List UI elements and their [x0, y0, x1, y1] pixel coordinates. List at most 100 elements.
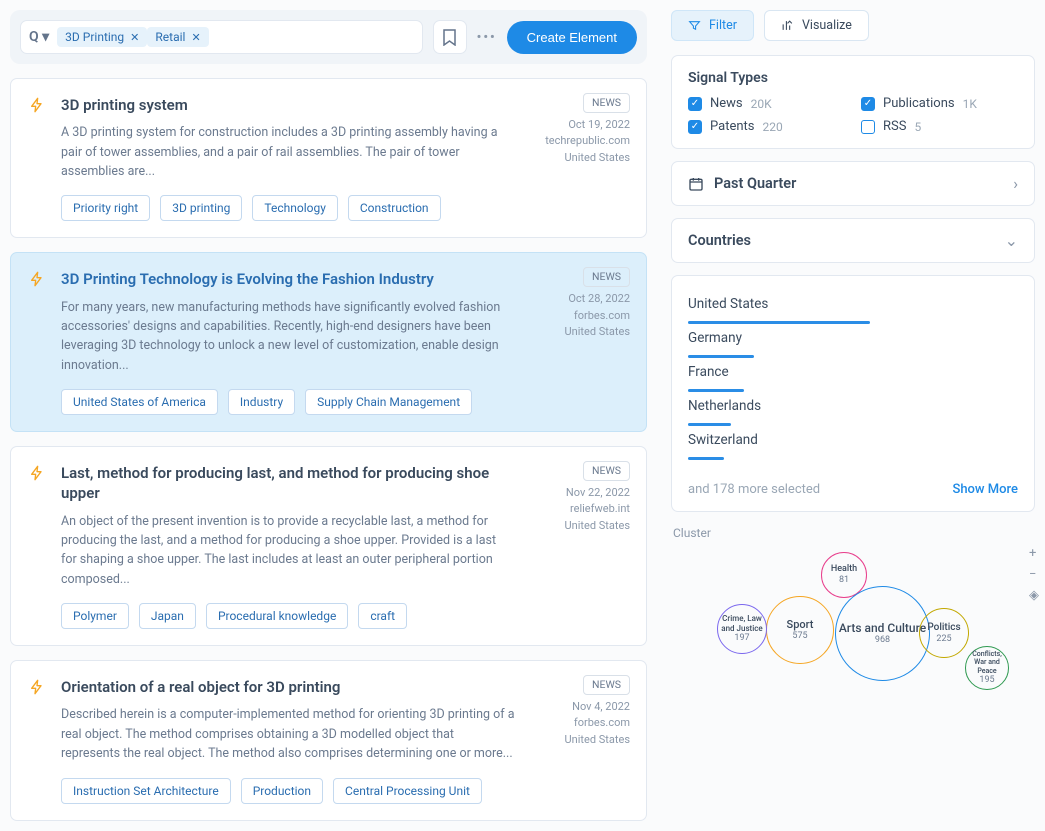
- result-tag[interactable]: Procedural knowledge: [206, 603, 348, 629]
- zoom-reset-button[interactable]: ◈: [1029, 588, 1039, 603]
- bubble-name: Conflicts, War and Peace: [966, 650, 1008, 675]
- result-badge: NEWS: [583, 267, 630, 287]
- result-meta: NEWS Oct 19, 2022 techrepublic.com Unite…: [545, 93, 630, 166]
- create-element-button[interactable]: Create Element: [507, 21, 637, 54]
- country-item[interactable]: Germany: [688, 324, 1018, 358]
- checkbox-icon: ✓: [688, 120, 702, 134]
- cluster-chart[interactable]: + − ◈ Health 81Sport 575Arts and Culture…: [671, 546, 1035, 716]
- filter-chip[interactable]: Retail✕: [147, 27, 208, 47]
- result-date: Nov 4, 2022: [572, 700, 630, 713]
- filter-chip[interactable]: 3D Printing✕: [57, 27, 147, 47]
- country-bar: [688, 457, 724, 460]
- result-tag[interactable]: United States of America: [61, 389, 218, 415]
- result-tag[interactable]: Instruction Set Architecture: [61, 778, 231, 804]
- bubble-name: Politics: [927, 622, 960, 634]
- search-input[interactable]: Q ▾ 3D Printing✕Retail✕: [20, 20, 423, 54]
- past-quarter-row[interactable]: Past Quarter ›: [671, 161, 1035, 206]
- remove-chip-icon[interactable]: ✕: [130, 31, 139, 44]
- result-location: United States: [565, 519, 630, 532]
- result-tag[interactable]: Supply Chain Management: [305, 389, 472, 415]
- result-source: forbes.com: [574, 309, 630, 322]
- result-source: forbes.com: [574, 716, 630, 729]
- result-title: Last, method for producing last, and met…: [61, 463, 503, 504]
- remove-chip-icon[interactable]: ✕: [191, 31, 200, 44]
- cluster-bubble[interactable]: Crime, Law and Justice 197: [717, 604, 767, 654]
- country-item[interactable]: France: [688, 358, 1018, 392]
- countries-more-text: and 178 more selected: [688, 482, 820, 497]
- result-tag[interactable]: Technology: [252, 195, 337, 221]
- country-name: Switzerland: [688, 426, 1018, 454]
- bolt-icon: [29, 95, 49, 221]
- cluster-bubble[interactable]: Politics 225: [919, 608, 969, 658]
- country-item[interactable]: Switzerland: [688, 426, 1018, 460]
- result-tag[interactable]: Production: [241, 778, 323, 804]
- result-badge: NEWS: [583, 93, 630, 113]
- country-name: Germany: [688, 324, 1018, 352]
- visualize-label: Visualize: [802, 18, 852, 33]
- show-more-link[interactable]: Show More: [952, 482, 1018, 497]
- bubble-name: Crime, Law and Justice: [718, 614, 766, 633]
- result-description: For many years, new manufacturing method…: [61, 298, 515, 376]
- result-tag[interactable]: 3D printing: [160, 195, 242, 221]
- result-location: United States: [565, 325, 630, 338]
- chevron-right-icon: ›: [1013, 174, 1018, 193]
- result-description: A 3D printing system for construction in…: [61, 123, 515, 181]
- result-tag[interactable]: Central Processing Unit: [333, 778, 482, 804]
- result-card[interactable]: Orientation of a real object for 3D prin…: [10, 660, 647, 820]
- result-card[interactable]: Last, method for producing last, and met…: [10, 446, 647, 646]
- bubble-count: 81: [839, 575, 849, 586]
- signal-type-item[interactable]: ✓ Publications 1K: [861, 96, 1018, 111]
- bubble-count: 197: [734, 633, 749, 644]
- result-tag[interactable]: craft: [358, 603, 407, 629]
- result-tag[interactable]: Priority right: [61, 195, 150, 221]
- countries-row[interactable]: Countries ⌄: [671, 218, 1035, 263]
- countries-label: Countries: [688, 232, 751, 249]
- country-item[interactable]: Netherlands: [688, 392, 1018, 426]
- country-item[interactable]: United States: [688, 290, 1018, 324]
- calendar-icon: [688, 176, 704, 192]
- signal-count: 1K: [963, 97, 977, 111]
- result-meta: NEWS Oct 28, 2022 forbes.com United Stat…: [565, 267, 630, 340]
- signal-count: 5: [914, 120, 921, 134]
- result-card[interactable]: 3D Printing Technology is Evolving the F…: [10, 252, 647, 432]
- result-source: techrepublic.com: [545, 134, 630, 147]
- signal-type-item[interactable]: ✓ News 20K: [688, 96, 845, 111]
- bubble-name: Arts and Culture: [839, 621, 926, 635]
- zoom-out-button[interactable]: −: [1029, 567, 1039, 582]
- bolt-icon: [29, 677, 49, 803]
- result-card[interactable]: 3D printing system A 3D printing system …: [10, 78, 647, 238]
- result-tag[interactable]: Industry: [228, 389, 295, 415]
- bolt-icon: [29, 463, 49, 629]
- signal-type-item[interactable]: RSS 5: [861, 119, 1018, 134]
- signal-count: 220: [763, 120, 783, 134]
- signal-label: RSS: [883, 119, 906, 134]
- cluster-bubble[interactable]: Conflicts, War and Peace 195: [965, 646, 1009, 690]
- filter-label: Filter: [709, 18, 737, 33]
- bubble-count: 225: [936, 634, 951, 645]
- result-title: 3D printing system: [61, 95, 503, 115]
- signal-type-item[interactable]: ✓ Patents 220: [688, 119, 845, 134]
- more-button[interactable]: •••: [477, 30, 497, 45]
- result-tag[interactable]: Japan: [139, 603, 196, 629]
- result-tag[interactable]: Construction: [348, 195, 441, 221]
- bubble-count: 195: [979, 675, 994, 686]
- top-bar: Q ▾ 3D Printing✕Retail✕ ••• Create Eleme…: [10, 10, 647, 64]
- filter-button[interactable]: Filter: [671, 10, 754, 41]
- cluster-bubble[interactable]: Arts and Culture 968: [835, 586, 930, 681]
- signal-types-panel: Signal Types ✓ News 20K✓ Publications 1K…: [671, 55, 1035, 149]
- zoom-in-button[interactable]: +: [1029, 546, 1039, 561]
- signal-label: Publications: [883, 96, 955, 111]
- country-name: France: [688, 358, 1018, 386]
- signal-label: Patents: [710, 119, 755, 134]
- countries-panel: United States Germany France Netherlands…: [671, 275, 1035, 512]
- visualize-button[interactable]: Visualize: [764, 10, 869, 41]
- result-badge: NEWS: [583, 461, 630, 481]
- cluster-label: Cluster: [673, 526, 1035, 540]
- result-tag[interactable]: Polymer: [61, 603, 129, 629]
- result-badge: NEWS: [583, 675, 630, 695]
- past-quarter-label: Past Quarter: [714, 175, 796, 192]
- cluster-bubble[interactable]: Sport 575: [766, 596, 834, 664]
- result-description: An object of the present invention is to…: [61, 512, 515, 590]
- bookmark-button[interactable]: [433, 20, 467, 54]
- result-meta: NEWS Nov 4, 2022 forbes.com United State…: [565, 675, 630, 748]
